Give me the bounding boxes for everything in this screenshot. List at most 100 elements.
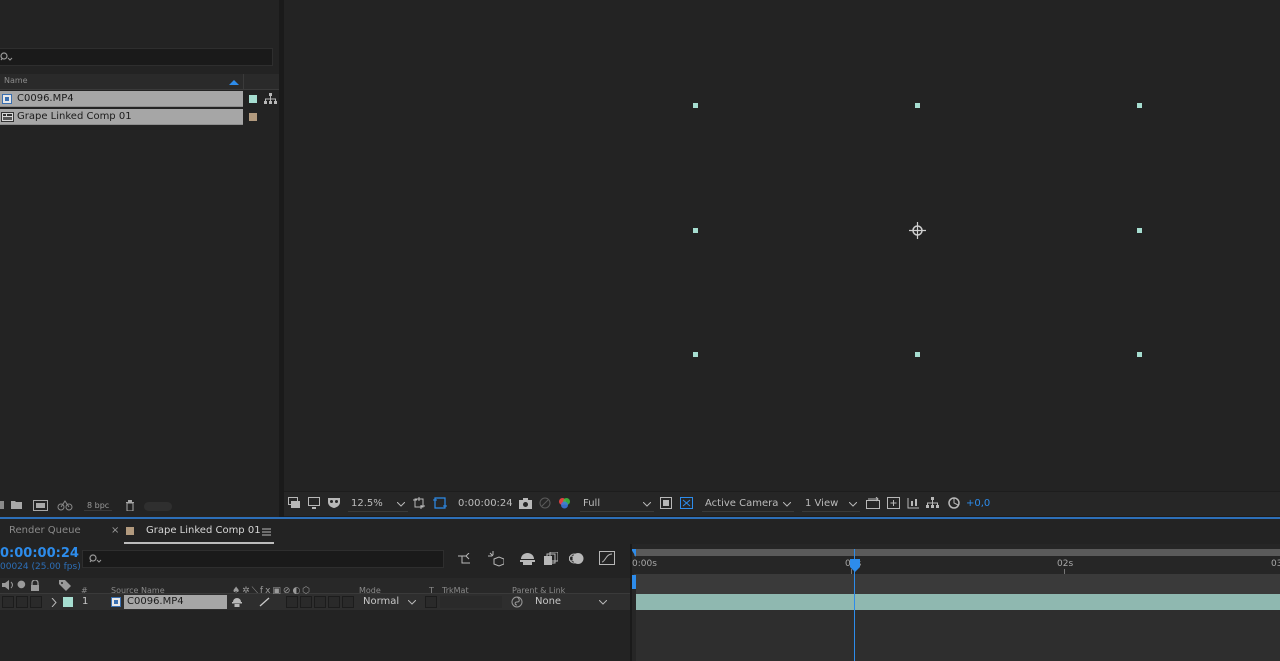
project-item-composition[interactable]: Grape Linked Comp 01 bbox=[0, 109, 243, 125]
shy-switch-icon[interactable] bbox=[232, 597, 242, 607]
adjustment-switch[interactable] bbox=[328, 596, 340, 608]
chevron-down-icon bbox=[408, 600, 416, 605]
footage-icon bbox=[2, 94, 12, 104]
time-ruler[interactable]: 0:00s 01s 02s 03 bbox=[632, 557, 1280, 575]
effects-switch[interactable] bbox=[286, 596, 298, 608]
chevron-down-icon bbox=[599, 600, 607, 605]
magnification-dropdown[interactable]: 12.5% bbox=[348, 496, 408, 512]
project-search-input[interactable] bbox=[0, 48, 273, 66]
chevron-down-icon bbox=[397, 502, 405, 507]
audio-video-switch-icon[interactable] bbox=[2, 580, 14, 590]
panel-menu-icon[interactable] bbox=[262, 528, 271, 536]
new-composition-icon[interactable] bbox=[33, 500, 48, 511]
layer-handle-top-left[interactable] bbox=[693, 103, 698, 108]
always-preview-icon[interactable] bbox=[288, 497, 301, 509]
flowchart-icon[interactable] bbox=[264, 93, 277, 105]
trash-icon[interactable] bbox=[125, 500, 135, 511]
layer-handle-bottom-center[interactable] bbox=[915, 352, 920, 357]
trkmat-dropdown[interactable] bbox=[440, 596, 502, 608]
camera-snapshot-icon[interactable] bbox=[519, 498, 532, 509]
reset-exposure-icon[interactable] bbox=[948, 497, 960, 509]
shy-layers-icon[interactable] bbox=[520, 553, 535, 565]
expand-chevron-icon[interactable] bbox=[51, 598, 57, 607]
solo-column-icon[interactable]: ● bbox=[17, 579, 26, 590]
layer-handle-middle-left[interactable] bbox=[693, 228, 698, 233]
camera-view-dropdown[interactable]: Active Camera bbox=[702, 496, 794, 512]
view-layout-dropdown[interactable]: 1 View bbox=[802, 496, 860, 512]
timeline-search-input[interactable] bbox=[82, 550, 444, 568]
fast-previews-icon[interactable] bbox=[660, 497, 672, 509]
layer-handle-top-right[interactable] bbox=[1137, 103, 1142, 108]
bit-depth-button[interactable]: 8 bpc bbox=[84, 501, 113, 511]
layer-label-swatch[interactable] bbox=[63, 597, 73, 607]
comp-mini-flowchart-icon[interactable] bbox=[458, 553, 473, 565]
chevron-down-icon bbox=[643, 502, 651, 507]
project-item-name: C0096.MP4 bbox=[17, 93, 74, 104]
timeline-divider[interactable] bbox=[630, 544, 632, 661]
exposure-value[interactable]: +0,0 bbox=[966, 498, 990, 509]
mask-visibility-icon[interactable] bbox=[327, 497, 341, 508]
close-tab-icon[interactable]: × bbox=[111, 525, 119, 536]
pick-whip-icon[interactable] bbox=[511, 596, 523, 608]
tab-composition[interactable]: Grape Linked Comp 01 bbox=[124, 519, 274, 544]
color-channels-icon[interactable] bbox=[558, 497, 571, 509]
anchor-point-icon[interactable] bbox=[909, 222, 926, 239]
frame-rate-info: 00024 (25.00 fps) bbox=[0, 562, 81, 572]
footage-icon bbox=[111, 597, 121, 607]
current-time-display[interactable]: 0:00:00:24 bbox=[0, 546, 79, 561]
solo-switch[interactable] bbox=[30, 596, 42, 608]
footage-label-swatch[interactable] bbox=[249, 95, 257, 103]
layer-source-name[interactable]: C0096.MP4 bbox=[124, 595, 227, 609]
timeline-icon[interactable] bbox=[907, 497, 920, 509]
composition-icon bbox=[1, 112, 14, 122]
graph-editor-icon[interactable] bbox=[599, 551, 615, 565]
timeline-tab-bar: Render Queue × Grape Linked Comp 01 bbox=[0, 517, 1280, 544]
show-snapshot-icon[interactable] bbox=[539, 497, 551, 509]
transparency-grid-icon[interactable] bbox=[680, 497, 693, 509]
resolution-dropdown[interactable]: Full bbox=[580, 496, 654, 512]
project-column-header[interactable]: Name bbox=[0, 74, 279, 90]
sort-ascending-icon[interactable] bbox=[229, 79, 239, 85]
parent-dropdown[interactable]: None bbox=[531, 595, 611, 609]
draft-3d-icon[interactable] bbox=[488, 551, 504, 567]
lock-icon[interactable] bbox=[30, 580, 40, 591]
project-item-footage[interactable]: C0096.MP4 bbox=[0, 91, 243, 107]
layer-duration-bar[interactable] bbox=[636, 594, 1280, 610]
comp-flowchart-icon[interactable] bbox=[926, 497, 939, 509]
layer-handle-middle-right[interactable] bbox=[1137, 228, 1142, 233]
audio-switch[interactable] bbox=[16, 596, 28, 608]
motion-blur-icon[interactable] bbox=[569, 552, 584, 565]
work-area-bar[interactable] bbox=[634, 549, 1280, 556]
composition-viewer[interactable] bbox=[284, 0, 1280, 491]
layer-handle-bottom-right[interactable] bbox=[1137, 352, 1142, 357]
tab-label-swatch bbox=[126, 527, 134, 535]
blend-mode-dropdown[interactable]: Normal bbox=[359, 595, 419, 609]
frame-blending-icon[interactable] bbox=[544, 552, 558, 565]
composition-label-swatch[interactable] bbox=[249, 113, 257, 121]
layer-handle-bottom-left[interactable] bbox=[693, 352, 698, 357]
viewer-timecode[interactable]: 0:00:00:24 bbox=[458, 498, 513, 509]
new-folder-icon[interactable] bbox=[11, 500, 23, 510]
label-tag-icon[interactable] bbox=[59, 580, 71, 591]
toggle-pixel-aspect-icon[interactable] bbox=[866, 497, 880, 509]
motion-blur-switch[interactable] bbox=[314, 596, 326, 608]
3d-layer-switch[interactable] bbox=[342, 596, 354, 608]
monitor-icon[interactable] bbox=[308, 497, 320, 509]
interpret-footage-icon[interactable] bbox=[0, 500, 6, 510]
layer-handle-top-center[interactable] bbox=[915, 103, 920, 108]
layer-row[interactable]: 1 C0096.MP4 Normal None bbox=[0, 594, 630, 610]
project-item-name: Grape Linked Comp 01 bbox=[17, 111, 132, 122]
video-switch[interactable] bbox=[2, 596, 14, 608]
thumbnail-slider[interactable] bbox=[144, 502, 172, 511]
fit-frame-icon[interactable] bbox=[413, 497, 425, 509]
ruler-label: 0:00s bbox=[632, 559, 657, 569]
work-area-start-marker-icon[interactable] bbox=[632, 575, 637, 589]
quality-switch-icon[interactable] bbox=[259, 597, 270, 607]
preserve-transparency-switch[interactable] bbox=[425, 596, 437, 608]
frame-blend-switch[interactable] bbox=[300, 596, 312, 608]
tab-render-queue[interactable]: Render Queue bbox=[9, 525, 81, 536]
fast-previews-3d-icon[interactable] bbox=[887, 497, 900, 509]
region-of-interest-icon[interactable] bbox=[433, 497, 447, 509]
project-settings-icon[interactable] bbox=[57, 499, 73, 511]
current-time-indicator[interactable] bbox=[849, 549, 860, 661]
